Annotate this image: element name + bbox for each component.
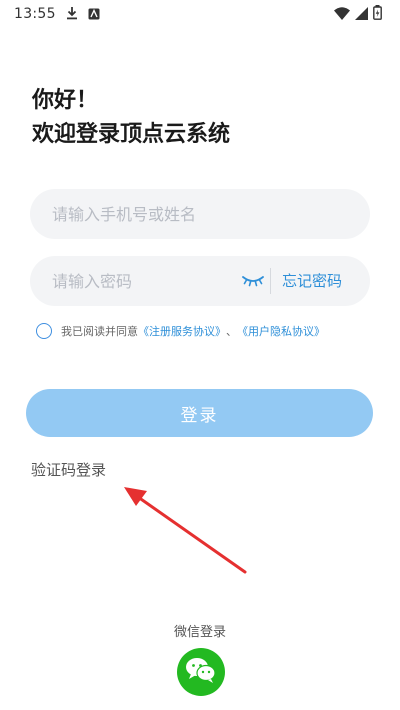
battery-icon	[373, 4, 382, 24]
login-button[interactable]: 登录	[26, 389, 373, 437]
wechat-login-label: 微信登录	[173, 625, 226, 640]
wechat-icon	[185, 656, 217, 688]
app-notification-icon	[88, 5, 100, 24]
greeting-line-2: 欢迎登录顶点云系统	[32, 122, 231, 147]
greeting-block: 你好！ 欢迎登录顶点云系统	[32, 84, 230, 152]
agreement-row: 我已阅读并同意 《注册服务协议》 、 《用户隐私协议》	[36, 323, 325, 339]
sms-login-link[interactable]: 验证码登录	[31, 459, 106, 480]
greeting-line-1: 你好！	[32, 88, 99, 113]
agreement-prefix: 我已阅读并同意	[61, 325, 138, 338]
service-agreement-link[interactable]: 《注册服务协议》	[138, 323, 226, 339]
status-bar: 13:55	[0, 0, 400, 28]
password-input-container: 忘记密码	[30, 256, 370, 306]
eye-closed-icon[interactable]	[240, 268, 266, 294]
password-divider	[270, 268, 271, 294]
status-left-icons	[66, 5, 100, 24]
wechat-login-button[interactable]	[177, 648, 225, 696]
password-input[interactable]	[52, 271, 242, 291]
phone-input[interactable]	[52, 204, 352, 224]
status-time: 13:55	[14, 6, 56, 22]
agreement-separator: 、	[226, 325, 237, 338]
agreement-radio[interactable]	[36, 323, 52, 339]
wifi-icon	[334, 5, 350, 24]
phone-input-container	[30, 189, 370, 239]
signal-icon	[355, 5, 368, 24]
status-right-icons	[334, 4, 382, 24]
download-icon	[66, 5, 78, 24]
forgot-password-link[interactable]: 忘记密码	[282, 270, 342, 291]
privacy-agreement-link[interactable]: 《用户隐私协议》	[237, 323, 325, 339]
